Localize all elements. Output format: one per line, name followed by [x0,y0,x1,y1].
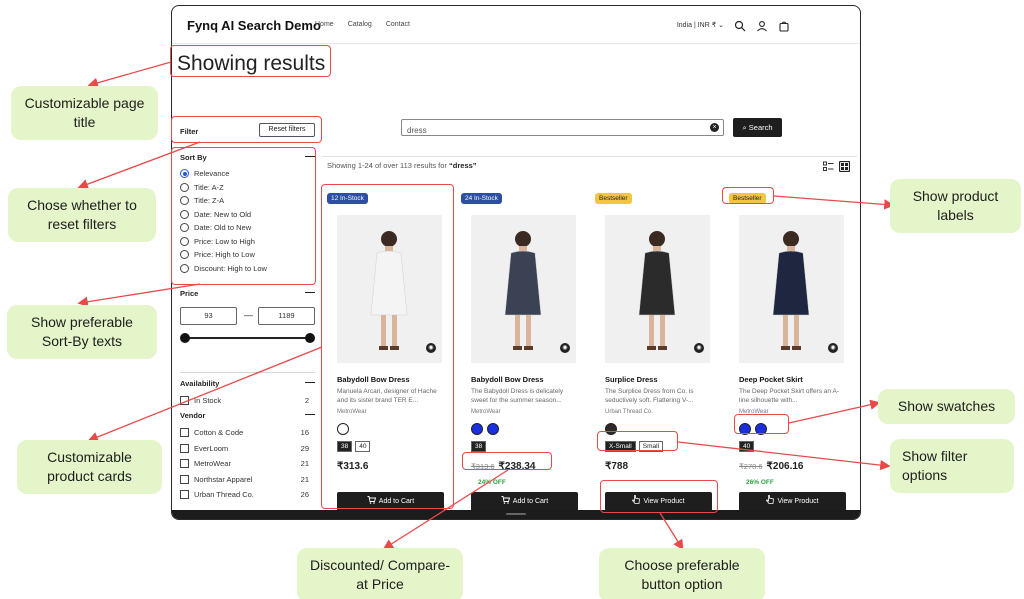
callout-compare-price: Discounted/ Compare-at Price [297,548,463,599]
callout-page-title: Customizable page title [11,86,158,140]
callout-sort-by: Show preferable Sort-By texts [7,305,157,359]
callout-button-option: Choose preferable button option [599,548,765,599]
callout-product-labels: Show product labels [890,179,1021,233]
callout-filter-options: Show filter options [890,439,1014,493]
callout-swatches: Show swatches [878,389,1015,424]
callout-product-cards: Customizable product cards [17,440,162,494]
callout-reset-filters: Chose whether to reset filters [8,188,156,242]
